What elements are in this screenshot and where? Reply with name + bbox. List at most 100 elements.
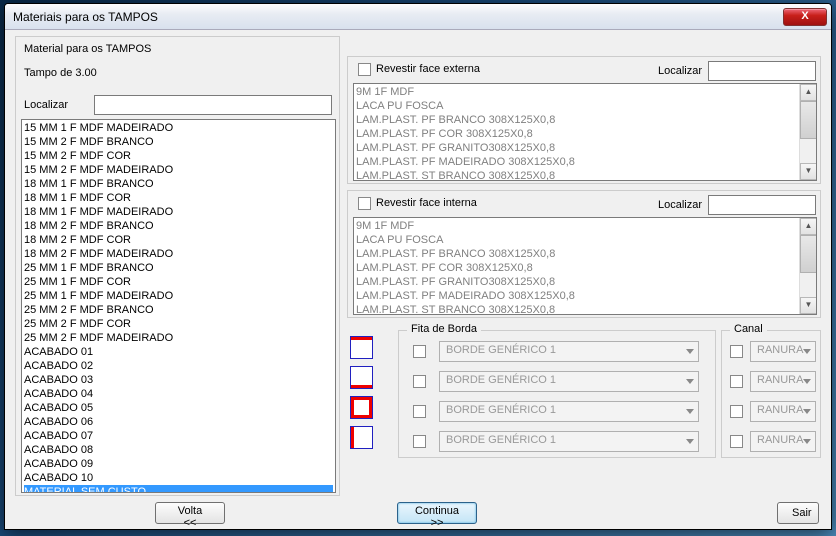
panel-material: Material para os TAMPOS Tampo de 3.00 Lo… (15, 36, 340, 496)
checkbox-revestir-interna[interactable] (358, 197, 371, 210)
scroll-thumb[interactable] (800, 101, 817, 139)
edge-swatch-bottom[interactable] (350, 366, 373, 389)
list-item[interactable]: ACABADO 06 (24, 415, 333, 429)
list-item[interactable]: ACABADO 10 (24, 471, 333, 485)
list-item[interactable]: MATERIAL SEM CUSTO (24, 485, 333, 493)
list-item[interactable]: LAM.PLAST. PF GRANITO308X125X0,8 (356, 141, 814, 155)
label-revestir-externa: Revestir face externa (376, 63, 480, 75)
materials-listbox[interactable]: 15 MM 1 F MDF MADEIRADO15 MM 2 F MDF BRA… (21, 119, 336, 493)
list-item[interactable]: 15 MM 2 F MDF BRANCO (24, 135, 333, 149)
localizar-label-left: Localizar (24, 99, 68, 111)
list-item[interactable]: 15 MM 1 F MDF MADEIRADO (24, 121, 333, 135)
list-item[interactable]: 18 MM 1 F MDF COR (24, 191, 333, 205)
list-item[interactable]: ACABADO 05 (24, 401, 333, 415)
canal-checkbox[interactable] (730, 375, 743, 388)
list-item[interactable]: ACABADO 08 (24, 443, 333, 457)
list-item[interactable]: 18 MM 1 F MDF MADEIRADO (24, 205, 333, 219)
panel-revestimento-externo: Revestir face externa Localizar 9M 1F MD… (347, 56, 821, 184)
list-item[interactable]: 25 MM 1 F MDF MADEIRADO (24, 289, 333, 303)
list-item[interactable]: ACABADO 03 (24, 373, 333, 387)
scroll-down-icon[interactable]: ▼ (800, 163, 817, 180)
canal-combo[interactable]: RANURA (750, 431, 816, 452)
dialog-body: Material para os TAMPOS Tampo de 3.00 Lo… (5, 30, 831, 529)
list-item[interactable]: 9M 1F MDF (356, 85, 814, 99)
edge-swatch-all[interactable] (350, 396, 373, 419)
list-item[interactable]: LACA PU FOSCA (356, 233, 814, 247)
list-item[interactable]: 25 MM 2 F MDF COR (24, 317, 333, 331)
fita-combo[interactable]: BORDE GENÉRICO 1 (439, 431, 699, 452)
list-item[interactable]: 25 MM 2 F MDF BRANCO (24, 303, 333, 317)
fita-checkbox[interactable] (413, 405, 426, 418)
canal-checkbox[interactable] (730, 405, 743, 418)
scrollbar-ext[interactable]: ▲ ▼ (799, 84, 816, 180)
fita-checkbox[interactable] (413, 435, 426, 448)
fita-combo[interactable]: BORDE GENÉRICO 1 (439, 401, 699, 422)
list-item[interactable]: LAM.PLAST. PF BRANCO 308X125X0,8 (356, 247, 814, 261)
edge-swatch-top[interactable] (350, 336, 373, 359)
scroll-up-icon[interactable]: ▲ (800, 218, 817, 235)
list-revestimento-externo[interactable]: 9M 1F MDFLACA PU FOSCALAM.PLAST. PF BRAN… (353, 83, 817, 181)
list-item[interactable]: 25 MM 1 F MDF BRANCO (24, 261, 333, 275)
fita-checkbox[interactable] (413, 375, 426, 388)
list-item[interactable]: 25 MM 1 F MDF COR (24, 275, 333, 289)
panel-canal: Canal RANURARANURARANURARANURA (721, 330, 821, 458)
list-item[interactable]: LAM.PLAST. PF GRANITO308X125X0,8 (356, 275, 814, 289)
fita-combo[interactable]: BORDE GENÉRICO 1 (439, 371, 699, 392)
titlebar[interactable]: Materiais para os TAMPOS X (5, 4, 831, 30)
list-item[interactable]: LAM.PLAST. PF MADEIRADO 308X125X0,8 (356, 289, 814, 303)
list-item[interactable]: 15 MM 2 F MDF MADEIRADO (24, 163, 333, 177)
dialog-window: Materiais para os TAMPOS X Material para… (4, 3, 832, 530)
tampo-label: Tampo de 3.00 (24, 67, 97, 79)
list-item[interactable]: 18 MM 2 F MDF COR (24, 233, 333, 247)
canal-combo[interactable]: RANURA (750, 401, 816, 422)
list-item[interactable]: 18 MM 2 F MDF MADEIRADO (24, 247, 333, 261)
heading-material: Material para os TAMPOS (24, 43, 151, 55)
panel-revestimento-interno: Revestir face interna Localizar 9M 1F MD… (347, 190, 821, 318)
localizar-input-left[interactable] (94, 95, 332, 115)
list-item[interactable]: ACABADO 01 (24, 345, 333, 359)
canal-combo[interactable]: RANURA (750, 371, 816, 392)
fita-checkbox[interactable] (413, 345, 426, 358)
list-item[interactable]: 18 MM 2 F MDF BRANCO (24, 219, 333, 233)
localizar-input-ext[interactable] (708, 61, 816, 81)
localizar-input-int[interactable] (708, 195, 816, 215)
scroll-down-icon[interactable]: ▼ (800, 297, 817, 314)
scrollbar-int[interactable]: ▲ ▼ (799, 218, 816, 314)
list-item[interactable]: 15 MM 2 F MDF COR (24, 149, 333, 163)
list-item[interactable]: LACA PU FOSCA (356, 99, 814, 113)
canal-checkbox[interactable] (730, 435, 743, 448)
list-item[interactable]: 18 MM 1 F MDF BRANCO (24, 177, 333, 191)
localizar-label-ext: Localizar (658, 65, 702, 77)
continua-button[interactable]: Continua >> (397, 502, 477, 524)
fita-combo[interactable]: BORDE GENÉRICO 1 (439, 341, 699, 362)
sair-button[interactable]: Sair (777, 502, 819, 524)
list-item[interactable]: 25 MM 2 F MDF MADEIRADO (24, 331, 333, 345)
list-item[interactable]: ACABADO 02 (24, 359, 333, 373)
edge-thumbnails (350, 336, 395, 458)
list-item[interactable]: ACABADO 04 (24, 387, 333, 401)
scroll-thumb[interactable] (800, 235, 817, 273)
close-icon[interactable]: X (783, 8, 827, 26)
canal-checkbox[interactable] (730, 345, 743, 358)
canal-combo[interactable]: RANURA (750, 341, 816, 362)
list-item[interactable]: LAM.PLAST. PF COR 308X125X0,8 (356, 127, 814, 141)
scroll-up-icon[interactable]: ▲ (800, 84, 817, 101)
list-item[interactable]: LAM.PLAST. ST BRANCO 308X125X0,8 (356, 303, 814, 315)
list-item[interactable]: ACABADO 07 (24, 429, 333, 443)
label-revestir-interna: Revestir face interna (376, 197, 477, 209)
list-item[interactable]: LAM.PLAST. PF COR 308X125X0,8 (356, 261, 814, 275)
window-title: Materiais para os TAMPOS (13, 10, 783, 24)
list-item[interactable]: 9M 1F MDF (356, 219, 814, 233)
group-label-fita: Fita de Borda (407, 323, 481, 335)
list-item[interactable]: ACABADO 09 (24, 457, 333, 471)
panel-fita-borda: Fita de Borda BORDE GENÉRICO 1BORDE GENÉ… (398, 330, 716, 458)
group-label-canal: Canal (730, 323, 767, 335)
list-item[interactable]: LAM.PLAST. PF MADEIRADO 308X125X0,8 (356, 155, 814, 169)
volta-button[interactable]: Volta << (155, 502, 225, 524)
checkbox-revestir-externa[interactable] (358, 63, 371, 76)
list-revestimento-interno[interactable]: 9M 1F MDFLACA PU FOSCALAM.PLAST. PF BRAN… (353, 217, 817, 315)
edge-swatch-left[interactable] (350, 426, 373, 449)
localizar-label-int: Localizar (658, 199, 702, 211)
list-item[interactable]: LAM.PLAST. PF BRANCO 308X125X0,8 (356, 113, 814, 127)
list-item[interactable]: LAM.PLAST. ST BRANCO 308X125X0,8 (356, 169, 814, 181)
